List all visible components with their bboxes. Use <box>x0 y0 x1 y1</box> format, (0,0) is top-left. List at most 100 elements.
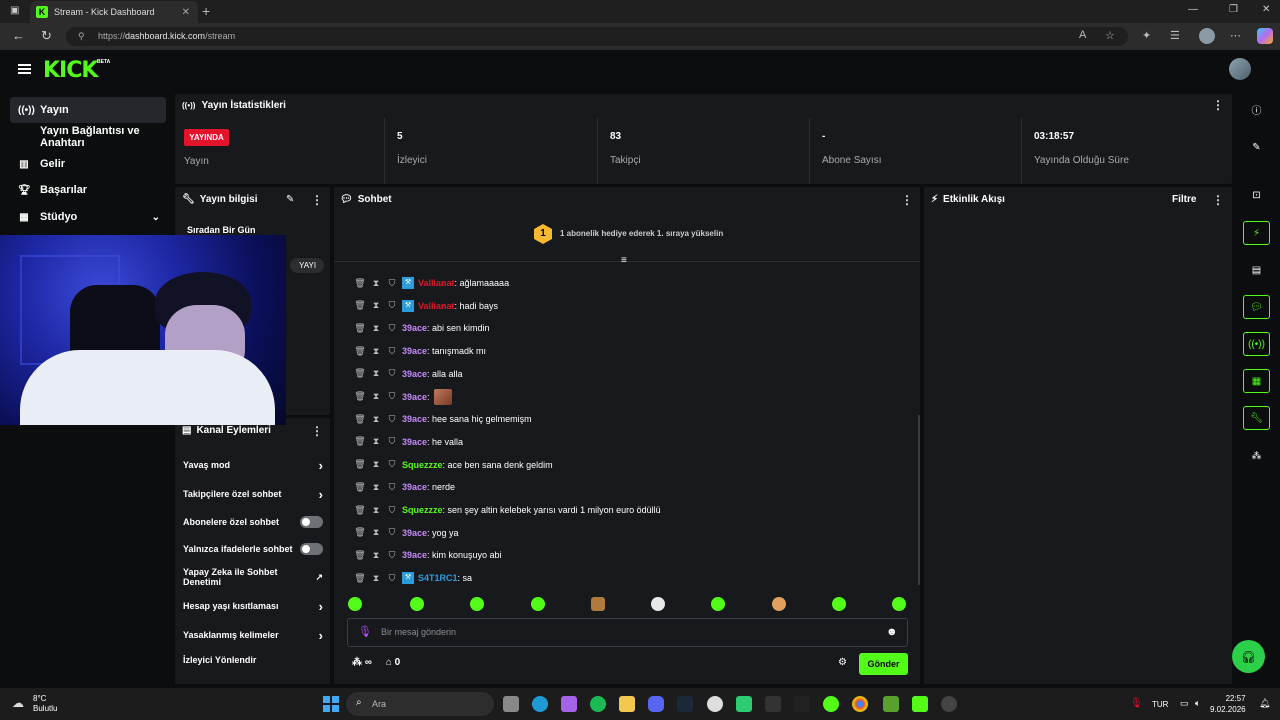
new-tab-button[interactable]: + <box>202 3 210 19</box>
action-banned-words[interactable]: Yasaklanmış kelimeler › <box>183 627 323 643</box>
timeout-hourglass-icon[interactable]: ⧗ <box>368 573 384 584</box>
timeout-hourglass-icon[interactable]: ⧗ <box>368 391 384 402</box>
support-headset-icon[interactable]: 🎧︎ <box>1232 640 1265 673</box>
delete-message-icon[interactable]: 🗑︎ <box>352 414 368 425</box>
webcam-preview[interactable] <box>0 235 286 425</box>
chat-message[interactable]: 🗑︎ ⧗ ⛉ Squezzze: sen şey altin kelebek yarı… <box>352 502 660 518</box>
ban-shield-icon[interactable]: ⛉ <box>384 550 400 561</box>
steam-icon[interactable] <box>677 696 693 712</box>
timeout-hourglass-icon[interactable]: ⧗ <box>368 436 384 447</box>
emote-only-toggle[interactable] <box>300 543 323 555</box>
quick-actions-icon[interactable]: ⚡︎ <box>1243 221 1270 245</box>
microphone-icon[interactable]: 🎙︎ <box>358 625 372 638</box>
chat-username[interactable]: 39ace <box>402 482 427 492</box>
sidebar-item-basarilar[interactable]: 🏆︎ Başarılar <box>10 177 166 203</box>
edge-icon[interactable] <box>532 696 548 712</box>
delete-message-icon[interactable]: 🗑︎ <box>352 550 368 561</box>
favorite-star-icon[interactable]: ☆ <box>1105 29 1115 42</box>
chat-username[interactable]: Vallianat <box>418 301 455 311</box>
discord-icon[interactable] <box>648 696 664 712</box>
timeout-hourglass-icon[interactable]: ⧗ <box>368 414 384 425</box>
action-followers-only[interactable]: Takipçilere özel sohbet › <box>183 486 323 502</box>
site-info-icon[interactable]: ⚲ <box>78 31 85 42</box>
emote-icon[interactable] <box>772 597 786 611</box>
action-slow-mode[interactable]: Yavaş mod › <box>183 457 323 473</box>
read-aloud-icon[interactable]: A <box>1079 29 1086 41</box>
windows-start-icon[interactable] <box>323 696 339 712</box>
extensions-icon[interactable]: ✦ <box>1142 29 1151 42</box>
clock-app-icon[interactable] <box>941 696 957 712</box>
emote-icon[interactable] <box>711 597 725 611</box>
layout-icon[interactable]: ▦ <box>1243 369 1270 393</box>
chat-username[interactable]: 39ace <box>402 392 427 402</box>
kick-logo[interactable]: KICK <box>43 58 98 83</box>
chat-toggle-icon[interactable]: 💬︎ <box>1243 295 1270 319</box>
stream-toggle-icon[interactable]: ((•)) <box>1243 332 1270 356</box>
restore-icon[interactable]: ❐ <box>1229 4 1238 15</box>
edit-pencil-icon[interactable]: ✎ <box>286 194 294 205</box>
language-indicator[interactable]: TUR <box>1152 700 1168 709</box>
ban-shield-icon[interactable]: ⛉ <box>384 414 400 425</box>
xbox-icon[interactable] <box>736 696 752 712</box>
timeout-hourglass-icon[interactable]: ⧗ <box>368 323 384 334</box>
epic-games-icon[interactable] <box>765 696 781 712</box>
notes-icon[interactable]: ▤ <box>1243 258 1270 282</box>
ban-shield-icon[interactable]: ⛉ <box>384 300 400 311</box>
chat-message[interactable]: 🗑︎ ⧗ ⛉ 39ace: nerde <box>352 479 455 495</box>
close-window-icon[interactable]: ✕ <box>1262 4 1270 15</box>
emote-icon[interactable] <box>832 597 846 611</box>
timeout-hourglass-icon[interactable]: ⧗ <box>368 527 384 538</box>
taskbar-search[interactable]: Ara <box>346 692 494 716</box>
pinned-toggle-icon[interactable]: ≡ <box>621 255 627 266</box>
ban-shield-icon[interactable]: ⛉ <box>384 527 400 538</box>
kick-studio-icon[interactable] <box>912 696 928 712</box>
delete-message-icon[interactable]: 🗑︎ <box>352 459 368 470</box>
timeout-hourglass-icon[interactable]: ⧗ <box>368 278 384 289</box>
delete-message-icon[interactable]: 🗑︎ <box>352 391 368 402</box>
action-account-age[interactable]: Hesap yaşı kısıtlaması › <box>183 598 323 614</box>
emote-icon[interactable] <box>591 597 605 611</box>
chat-message[interactable]: 🗑︎ ⧗ ⛉ 39ace: kim konuşuyo abi <box>352 547 501 563</box>
timeout-hourglass-icon[interactable]: ⧗ <box>368 482 384 493</box>
profile-avatar[interactable] <box>1199 28 1215 44</box>
microphone-tray-icon[interactable]: 🎙︎ <box>1130 698 1143 709</box>
chat-username[interactable]: S4T1RC1 <box>418 573 458 583</box>
back-icon[interactable]: ← <box>12 28 25 43</box>
chat-username[interactable]: 39ace <box>402 323 427 333</box>
chat-username[interactable]: Squezzze <box>402 505 443 515</box>
chat-username[interactable]: 39ace <box>402 437 427 447</box>
obs-icon[interactable] <box>707 696 723 712</box>
chrome-icon[interactable] <box>852 696 868 712</box>
browser-tab[interactable]: K Stream - Kick Dashboard ✕ <box>30 1 198 23</box>
minecraft-icon[interactable] <box>883 696 899 712</box>
tab-actions-icon[interactable]: ▣ <box>10 5 19 16</box>
delete-message-icon[interactable]: 🗑︎ <box>352 482 368 493</box>
chat-username[interactable]: 39ace <box>402 550 427 560</box>
favorites-icon[interactable]: ☰ <box>1170 29 1180 42</box>
delete-message-icon[interactable]: 🗑︎ <box>352 573 368 584</box>
chat-message[interactable]: 🗑︎ ⧗ ⛉ 39ace: yog ya <box>352 525 458 541</box>
filter-button[interactable]: Filtre <box>1172 194 1196 205</box>
notification-bell-icon[interactable]: 🔔︎ <box>1259 698 1270 709</box>
chat-username[interactable]: 39ace <box>402 528 427 538</box>
chat-message[interactable]: 🗑︎ ⧗ ⛉ 39ace: tanışmadk mı <box>352 343 486 359</box>
chat-message[interactable]: 🗑︎ ⧗ ⛉ 39ace: <box>352 388 452 405</box>
file-explorer-icon[interactable] <box>619 696 635 712</box>
user-avatar[interactable] <box>1229 58 1251 80</box>
subscribers-only-toggle[interactable] <box>300 516 323 528</box>
tools-icon[interactable]: 🔧︎ <box>1243 406 1270 430</box>
refresh-icon[interactable]: ↻ <box>41 28 52 44</box>
ban-shield-icon[interactable]: ⛉ <box>384 573 400 584</box>
delete-message-icon[interactable]: 🗑︎ <box>352 300 368 311</box>
chat-message[interactable]: 🗑︎ ⧗ ⛉ 39ace: alla alla <box>352 366 462 382</box>
info-icon[interactable]: ⓘ <box>1243 97 1270 121</box>
delete-message-icon[interactable]: 🗑︎ <box>352 527 368 538</box>
ban-shield-icon[interactable]: ⛉ <box>384 482 400 493</box>
ban-shield-icon[interactable]: ⛉ <box>384 459 400 470</box>
timeout-hourglass-icon[interactable]: ⧗ <box>368 300 384 311</box>
delete-message-icon[interactable]: 🗑︎ <box>352 368 368 379</box>
ban-shield-icon[interactable]: ⛉ <box>384 368 400 379</box>
x-icon[interactable] <box>794 696 810 712</box>
volume-icon[interactable]: 🔈︎ <box>1195 698 1200 709</box>
emote-icon[interactable] <box>470 597 484 611</box>
